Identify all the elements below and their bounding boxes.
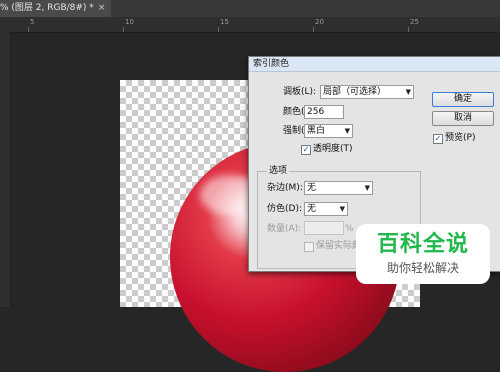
document-tab-title: % (图层 2, RGB/8#) * [0,3,94,13]
amount-unit: % [345,224,354,234]
ruler-tick [313,27,314,32]
chevron-down-icon: ▼ [364,184,370,192]
ruler-label: 15 [220,18,229,26]
chevron-down-icon: ▼ [344,127,350,135]
chevron-down-icon: ▼ [405,88,411,96]
ruler-tick [123,27,124,32]
chevron-down-icon: ▼ [339,205,345,213]
watermark-subtitle: 助你轻松解决 [386,261,459,275]
colors-input[interactable]: 256 [304,105,344,119]
matte-label: 杂边(M): [267,183,303,193]
matte-value: 无 [307,183,317,193]
horizontal-ruler: 5 10 15 20 25 [0,17,500,33]
amount-label: 数量(A): [267,224,302,234]
ruler-tick [218,27,219,32]
palette-label: 调板(L): [283,87,317,97]
palette-select[interactable]: 局部（可选择） ▼ [320,85,414,99]
ruler-tick [28,27,29,32]
preserve-colors-checkbox[interactable] [304,242,314,252]
ruler-label: 10 [125,18,134,26]
close-tab-icon[interactable]: × [98,3,106,13]
dither-value: 无 [307,204,317,214]
ruler-label: 25 [410,18,419,26]
dither-label: 仿色(D): [267,204,302,214]
watermark-logo: 百科全说 助你轻松解决 [356,224,490,284]
palette-value: 局部（可选择） [323,87,387,97]
forced-select[interactable]: 黑白 ▼ [304,124,353,138]
cancel-button[interactable]: 取消 [432,111,494,126]
preview-label: 预览(P) [445,133,476,143]
ok-button[interactable]: 确定 [432,92,494,107]
dither-select[interactable]: 无 ▼ [304,202,348,216]
matte-select[interactable]: 无 ▼ [304,181,373,195]
options-group-title: 选项 [267,166,290,176]
preserve-colors-label: 保留实际颜 [316,241,362,251]
transparency-label: 透明度(T) [313,144,353,154]
dialog-title: 索引颜色 [253,59,290,69]
amount-input[interactable] [304,221,344,235]
document-tab[interactable]: % (图层 2, RGB/8#) * × [0,0,112,17]
dialog-titlebar[interactable]: 索引颜色 [249,57,500,72]
ruler-tick [408,27,409,32]
vertical-ruler [0,32,11,307]
document-tab-bar: % (图层 2, RGB/8#) * × [0,0,500,17]
ruler-label: 20 [315,18,324,26]
preview-checkbox[interactable]: ✓ [433,134,443,144]
forced-value: 黑白 [307,126,326,136]
watermark-title: 百科全说 [376,232,469,257]
transparency-checkbox[interactable]: ✓ [301,145,311,155]
ruler-label: 5 [30,18,35,26]
